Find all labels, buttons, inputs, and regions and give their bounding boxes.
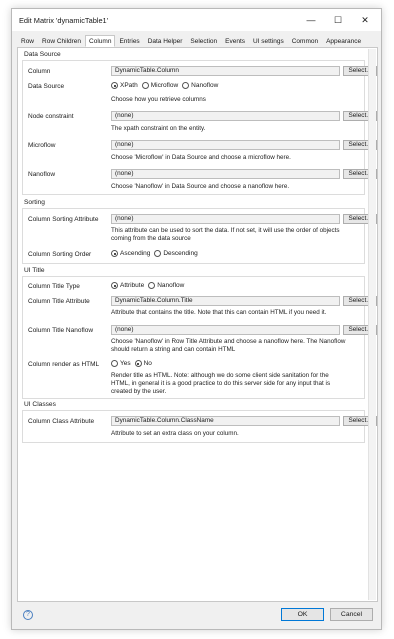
column-field[interactable]: DynamicTable.Column xyxy=(111,66,340,76)
sorting-attribute-field[interactable]: (none) xyxy=(111,214,340,224)
column-label: Column xyxy=(28,68,51,75)
tab-data-helper[interactable]: Data Helper xyxy=(144,35,187,46)
nanoflow-help: Choose 'Nanoflow' in Data Source and cho… xyxy=(111,183,290,190)
radio-empty-icon xyxy=(141,82,149,89)
group-title: Data Source xyxy=(24,51,61,58)
data-source-label: Data Source xyxy=(28,83,65,90)
radio-ascending[interactable]: Ascending xyxy=(111,250,150,257)
tab-entries[interactable]: Entries xyxy=(115,35,143,46)
sorting-attribute-help-line2: coming from the data source xyxy=(111,235,191,242)
radio-selected-icon xyxy=(134,360,142,367)
microflow-help: Choose 'Microflow' in Data Source and ch… xyxy=(111,154,291,161)
group-box: Column Class Attribute DynamicTable.Colu… xyxy=(22,410,377,443)
tab-row[interactable]: Row xyxy=(17,35,38,46)
radio-nanoflow[interactable]: Nanoflow xyxy=(182,82,218,89)
radio-selected-icon xyxy=(111,82,118,89)
group-title: Sorting xyxy=(24,199,45,206)
radio-microflow[interactable]: Microflow xyxy=(141,82,178,89)
radio-yes[interactable]: Yes xyxy=(111,360,131,367)
sorting-attribute-help-line1: This attribute can be used to sort the d… xyxy=(111,227,340,234)
title-type-label: Column Title Type xyxy=(28,283,80,290)
title-attribute-label: Column Title Attribute xyxy=(28,298,90,305)
radio-xpath[interactable]: XPath xyxy=(111,82,138,89)
microflow-field[interactable]: (none) xyxy=(111,140,340,150)
tab-strip: Row Row Children Column Entries Data Hel… xyxy=(17,35,365,47)
nanoflow-label: Nanoflow xyxy=(28,171,56,178)
class-attribute-label: Column Class Attribute xyxy=(28,418,95,425)
title-nanoflow-field[interactable]: (none) xyxy=(111,325,340,335)
node-constraint-field[interactable]: (none) xyxy=(111,111,340,121)
tab-column[interactable]: Column xyxy=(85,35,116,47)
group-title: UI Classes xyxy=(24,401,56,408)
title-nanoflow-help-line1: Choose 'Nanoflow' in Row Title Attribute… xyxy=(111,338,346,345)
close-icon[interactable]: ✕ xyxy=(355,13,375,27)
group-box: Column DynamicTable.Column Select... Dat… xyxy=(22,60,377,195)
help-icon[interactable]: ? xyxy=(23,610,33,620)
title-attribute-field[interactable]: DynamicTable.Column.Title xyxy=(111,296,340,306)
radio-selected-icon xyxy=(111,282,118,289)
group-title: UI Title xyxy=(24,267,45,274)
node-constraint-label: Node constraint xyxy=(28,113,74,120)
data-source-radio-group: XPath Microflow Nanoflow xyxy=(111,82,218,89)
tab-row-children[interactable]: Row Children xyxy=(38,35,85,46)
vertical-scrollbar[interactable] xyxy=(368,49,376,600)
radio-descending[interactable]: Descending xyxy=(154,250,198,257)
render-html-help-line2: HTML, in general it is a good practice t… xyxy=(111,380,331,387)
title-attribute-help: Attribute that contains the title. Note … xyxy=(111,309,327,316)
radio-no[interactable]: No xyxy=(134,360,152,367)
title-type-radio-group: Attribute Nanoflow xyxy=(111,282,184,289)
title-nanoflow-help-line2: should return a string and can contain H… xyxy=(111,346,236,353)
radio-empty-icon xyxy=(111,360,118,367)
tab-content-panel: Data Source Column DynamicTable.Column S… xyxy=(17,47,378,602)
minimize-icon[interactable]: — xyxy=(301,13,321,27)
ok-button[interactable]: OK xyxy=(281,608,324,621)
title-bar: Edit Matrix 'dynamicTable1' — ☐ ✕ xyxy=(12,9,381,31)
tab-selection[interactable]: Selection xyxy=(186,35,221,46)
group-box: Column Title Type Attribute Nanoflow Col… xyxy=(22,276,377,399)
cancel-button[interactable]: Cancel xyxy=(330,608,373,621)
radio-empty-icon xyxy=(154,250,162,257)
data-source-help: Choose how you retrieve columns xyxy=(111,96,206,103)
radio-empty-icon xyxy=(148,282,156,289)
class-attribute-field[interactable]: DynamicTable.Column.ClassName xyxy=(111,416,340,426)
tab-common[interactable]: Common xyxy=(288,35,322,46)
sorting-order-radio-group: Ascending Descending xyxy=(111,250,198,257)
sorting-attribute-label: Column Sorting Attribute xyxy=(28,216,99,223)
radio-nanoflow[interactable]: Nanoflow xyxy=(148,282,184,289)
render-html-label: Column render as HTML xyxy=(28,361,100,368)
radio-selected-icon xyxy=(111,250,118,257)
nanoflow-field[interactable]: (none) xyxy=(111,169,340,179)
render-html-help-line1: Render title as HTML. Note: although we … xyxy=(111,372,329,379)
title-nanoflow-label: Column Title Nanoflow xyxy=(28,327,94,334)
group-box: Column Sorting Attribute (none) Select..… xyxy=(22,208,377,264)
node-constraint-help: The xpath constraint on the entity. xyxy=(111,125,206,132)
radio-attribute[interactable]: Attribute xyxy=(111,282,144,289)
microflow-label: Microflow xyxy=(28,142,56,149)
tab-appearance[interactable]: Appearance xyxy=(322,35,365,46)
tab-events[interactable]: Events xyxy=(221,35,249,46)
dialog-title: Edit Matrix 'dynamicTable1' xyxy=(19,16,109,25)
render-html-radio-group: Yes No xyxy=(111,360,152,367)
edit-matrix-dialog: Edit Matrix 'dynamicTable1' — ☐ ✕ Row Ro… xyxy=(11,8,382,630)
render-html-help-line3: created by the user. xyxy=(111,388,167,395)
sorting-order-label: Column Sorting Order xyxy=(28,251,92,258)
radio-empty-icon xyxy=(182,82,190,89)
tab-ui-settings[interactable]: UI settings xyxy=(249,35,288,46)
maximize-icon[interactable]: ☐ xyxy=(328,13,348,27)
class-attribute-help: Attribute to set an extra class on your … xyxy=(111,430,239,437)
